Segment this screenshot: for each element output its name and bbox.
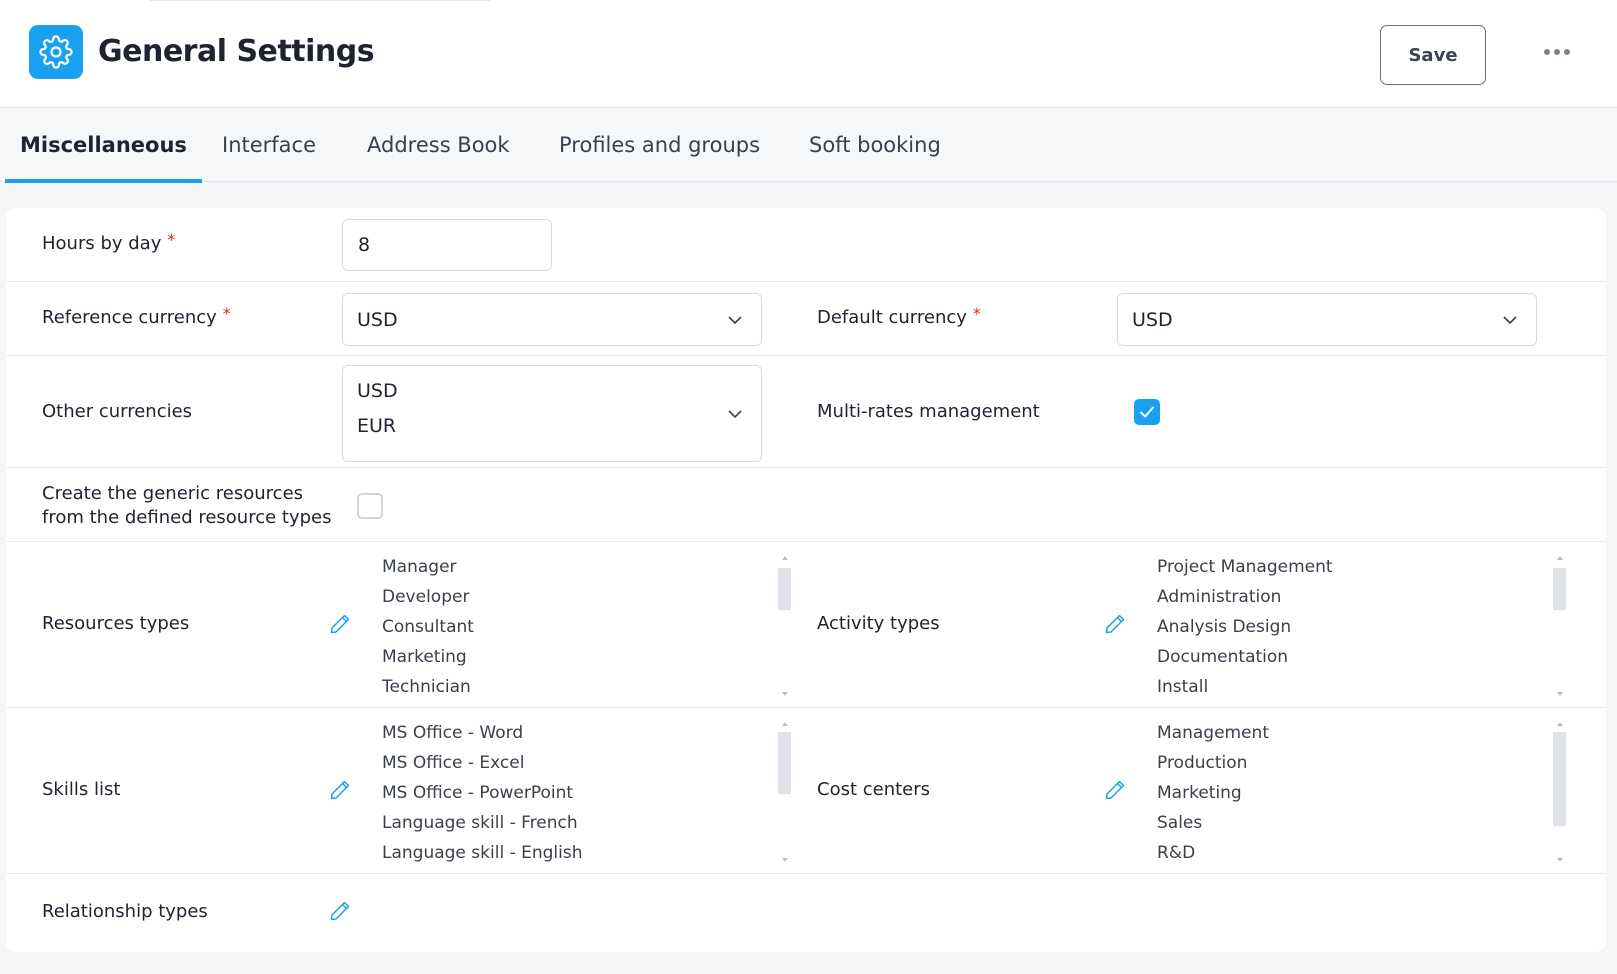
activity-types-list[interactable]: Project Management Administration Analys… bbox=[1157, 552, 1333, 702]
list-item[interactable]: Consultant bbox=[382, 612, 474, 642]
relationship-types-row: Relationship types bbox=[6, 874, 1606, 952]
header-divider bbox=[150, 0, 490, 1]
multi-rates-label: Multi-rates management bbox=[817, 401, 1040, 422]
tab-soft-booking[interactable]: Soft booking bbox=[809, 108, 941, 182]
more-dot bbox=[1564, 49, 1570, 55]
default-currency-select[interactable]: USD bbox=[1117, 293, 1537, 346]
reference-currency-label: Reference currency * bbox=[42, 304, 231, 330]
chevron-down-icon bbox=[1503, 315, 1517, 324]
types-row: Resources types Manager Developer Consul… bbox=[6, 542, 1606, 708]
list-item[interactable]: Language skill - English bbox=[382, 838, 583, 868]
more-dot bbox=[1544, 49, 1550, 55]
chevron-down-icon bbox=[728, 409, 742, 418]
list-item[interactable]: Manager bbox=[382, 552, 474, 582]
generic-resources-row: Create the generic resources from the de… bbox=[6, 468, 1606, 542]
generic-resources-checkbox[interactable] bbox=[357, 493, 383, 519]
currency-row: Reference currency * USD Default currency… bbox=[6, 282, 1606, 356]
required-marker: * bbox=[222, 304, 231, 323]
skills-list-label: Skills list bbox=[42, 779, 121, 800]
settings-form: Hours by day * 8 Reference currency * USD … bbox=[6, 208, 1606, 952]
other-currencies-select[interactable]: USD EUR bbox=[342, 365, 762, 462]
list-item[interactable]: Documentation bbox=[1157, 642, 1333, 672]
activity-types-label: Activity types bbox=[817, 613, 940, 634]
default-currency-label: Default currency * bbox=[817, 304, 981, 330]
skills-row: Skills list MS Office - Word MS Office -… bbox=[6, 708, 1606, 874]
reference-currency-value: USD bbox=[357, 309, 398, 331]
generic-resources-label: Create the generic resources from the de… bbox=[42, 483, 332, 528]
multi-rates-checkbox[interactable] bbox=[1134, 399, 1160, 425]
pencil-icon[interactable] bbox=[1103, 612, 1127, 636]
scrollbar-thumb[interactable] bbox=[1553, 732, 1566, 826]
resources-types-label: Resources types bbox=[42, 613, 190, 634]
hours-by-day-input[interactable]: 8 bbox=[342, 219, 552, 271]
required-marker: * bbox=[167, 230, 176, 249]
save-button[interactable]: Save bbox=[1380, 25, 1486, 85]
scroll-up-arrow[interactable] bbox=[1557, 722, 1563, 726]
reference-currency-label-text: Reference currency bbox=[42, 307, 217, 328]
other-currency-value: EUR bbox=[357, 415, 397, 437]
list-item[interactable]: MS Office - Word bbox=[382, 718, 583, 748]
resources-types-list[interactable]: Manager Developer Consultant Marketing T… bbox=[382, 552, 474, 702]
scrollbar[interactable] bbox=[778, 556, 792, 696]
more-dot bbox=[1554, 49, 1560, 55]
other-currency-value: USD bbox=[357, 380, 398, 402]
list-item[interactable]: Marketing bbox=[382, 642, 474, 672]
list-item[interactable]: MS Office - Excel bbox=[382, 748, 583, 778]
tab-miscellaneous[interactable]: Miscellaneous bbox=[5, 108, 202, 183]
tab-profiles-and-groups[interactable]: Profiles and groups bbox=[559, 108, 760, 182]
cost-centers-label: Cost centers bbox=[817, 779, 931, 800]
list-item[interactable]: R&D bbox=[1157, 838, 1269, 868]
pencil-icon[interactable] bbox=[328, 778, 352, 802]
hours-by-day-label-text: Hours by day bbox=[42, 233, 162, 254]
list-item[interactable]: Administration bbox=[1157, 582, 1333, 612]
checkmark-icon bbox=[1140, 406, 1154, 418]
list-item[interactable]: Language skill - French bbox=[382, 808, 583, 838]
scrollbar[interactable] bbox=[1553, 556, 1567, 696]
list-item[interactable]: Production bbox=[1157, 748, 1269, 778]
scrollbar-thumb[interactable] bbox=[1553, 568, 1566, 610]
scrollbar-thumb[interactable] bbox=[778, 732, 791, 794]
pencil-icon[interactable] bbox=[1103, 778, 1127, 802]
scroll-down-arrow[interactable] bbox=[1557, 858, 1563, 862]
default-currency-label-text: Default currency bbox=[817, 307, 967, 328]
other-currencies-label: Other currencies bbox=[42, 401, 193, 422]
reference-currency-select[interactable]: USD bbox=[342, 293, 762, 346]
chevron-down-icon bbox=[728, 315, 742, 324]
pencil-icon[interactable] bbox=[328, 612, 352, 636]
list-item[interactable]: Project Management bbox=[1157, 552, 1333, 582]
scroll-up-arrow[interactable] bbox=[1557, 556, 1563, 560]
scrollbar[interactable] bbox=[1553, 722, 1567, 862]
pencil-icon[interactable] bbox=[328, 899, 352, 923]
more-horizontal-icon[interactable] bbox=[1537, 38, 1577, 66]
hours-by-day-row: Hours by day * 8 bbox=[6, 208, 1606, 282]
list-item[interactable]: Sales bbox=[1157, 808, 1269, 838]
gear-icon bbox=[29, 25, 83, 79]
list-item[interactable]: Developer bbox=[382, 582, 474, 612]
tab-interface[interactable]: Interface bbox=[222, 108, 316, 182]
scroll-down-arrow[interactable] bbox=[1557, 692, 1563, 696]
other-currencies-row: Other currencies USD EUR Multi-rates man… bbox=[6, 356, 1606, 468]
tab-address-book[interactable]: Address Book bbox=[367, 108, 510, 182]
cost-centers-list[interactable]: Management Production Marketing Sales R&… bbox=[1157, 718, 1269, 868]
settings-tabs: Miscellaneous Interface Address Book Pro… bbox=[0, 108, 1617, 183]
scrollbar[interactable] bbox=[778, 722, 792, 862]
scroll-up-arrow[interactable] bbox=[782, 722, 788, 726]
page-header: General Settings Save bbox=[0, 0, 1617, 108]
list-item[interactable]: Install bbox=[1157, 672, 1333, 702]
required-marker: * bbox=[972, 304, 981, 323]
page-title: General Settings bbox=[98, 34, 375, 69]
scroll-down-arrow[interactable] bbox=[782, 858, 788, 862]
relationship-types-label: Relationship types bbox=[42, 901, 208, 922]
list-item[interactable]: Analysis Design bbox=[1157, 612, 1333, 642]
skills-list[interactable]: MS Office - Word MS Office - Excel MS Of… bbox=[382, 718, 583, 868]
list-item[interactable]: Management bbox=[1157, 718, 1269, 748]
scroll-up-arrow[interactable] bbox=[782, 556, 788, 560]
hours-by-day-label: Hours by day * bbox=[42, 230, 176, 256]
scroll-down-arrow[interactable] bbox=[782, 692, 788, 696]
scrollbar-thumb[interactable] bbox=[778, 568, 791, 610]
list-item[interactable]: Marketing bbox=[1157, 778, 1269, 808]
default-currency-value: USD bbox=[1132, 309, 1173, 331]
list-item[interactable]: Technician bbox=[382, 672, 474, 702]
list-item[interactable]: MS Office - PowerPoint bbox=[382, 778, 583, 808]
